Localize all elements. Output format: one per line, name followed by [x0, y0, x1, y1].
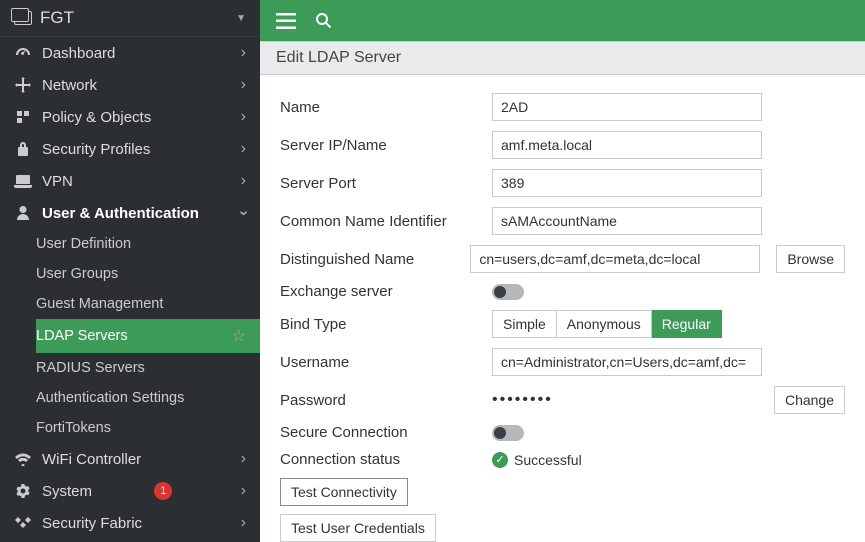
chevron-down-icon: ›	[234, 210, 252, 215]
caret-down-icon: ▼	[236, 13, 246, 24]
sidebar-item-security-profiles[interactable]: Security Profiles ›	[0, 133, 260, 165]
chevron-right-icon: ›	[241, 172, 246, 190]
gauge-icon	[14, 45, 32, 61]
chevron-right-icon: ›	[241, 514, 246, 532]
sidebar-item-fortitokens[interactable]: FortiTokens	[36, 413, 260, 443]
bind-type-simple[interactable]: Simple	[492, 310, 557, 338]
sidebar-item-vpn[interactable]: VPN ›	[0, 165, 260, 197]
sidebar-item-network[interactable]: Network ›	[0, 69, 260, 101]
sidebar-item-label: User Definition	[36, 236, 131, 252]
distinguished-name-input[interactable]	[470, 245, 760, 273]
sidebar-item-label: System	[42, 483, 92, 500]
sidebar-menu: Dashboard › Network › Policy & Objects ›	[0, 37, 260, 542]
success-icon: ✓	[492, 452, 508, 468]
sidebar-item-dashboard[interactable]: Dashboard ›	[0, 37, 260, 69]
laptop-icon	[14, 174, 32, 188]
sidebar-item-guest-management[interactable]: Guest Management	[36, 289, 260, 319]
page-title: Edit LDAP Server	[260, 41, 865, 75]
label-server-ip: Server IP/Name	[280, 137, 492, 154]
sidebar-item-radius-servers[interactable]: RADIUS Servers	[36, 353, 260, 383]
main: Edit LDAP Server Name Server IP/Name Ser…	[260, 0, 865, 542]
star-icon: ☆	[232, 326, 246, 346]
sidebar-item-label: WiFi Controller	[42, 451, 141, 468]
sidebar-item-security-fabric[interactable]: Security Fabric ›	[0, 507, 260, 539]
chevron-right-icon: ›	[241, 450, 246, 468]
sidebar-item-label: Security Fabric	[42, 515, 142, 532]
change-password-button[interactable]: Change	[774, 386, 845, 414]
sidebar-item-ldap-servers[interactable]: LDAP Servers ☆	[36, 319, 260, 353]
brand-name: FGT	[40, 8, 74, 28]
chevron-right-icon: ›	[241, 44, 246, 62]
sidebar-item-label: VPN	[42, 173, 73, 190]
label-password: Password	[280, 392, 492, 409]
name-input[interactable]	[492, 93, 762, 121]
sidebar-item-label: User Groups	[36, 266, 118, 282]
test-user-credentials-button[interactable]: Test User Credentials	[280, 514, 436, 542]
sidebar-item-label: Security Profiles	[42, 141, 150, 158]
sidebar-item-user-definition[interactable]: User Definition	[36, 229, 260, 259]
connection-status: ✓ Successful	[492, 452, 582, 468]
label-cn-identifier: Common Name Identifier	[280, 213, 492, 230]
label-username: Username	[280, 354, 492, 371]
sidebar-item-label: Authentication Settings	[36, 390, 184, 406]
chevron-right-icon: ›	[241, 76, 246, 94]
sidebar-item-wifi-controller[interactable]: WiFi Controller ›	[0, 443, 260, 475]
sidebar-item-user-auth[interactable]: User & Authentication ›	[0, 197, 260, 229]
brand-bar[interactable]: FGT ▼	[0, 0, 260, 37]
sidebar-item-label: Policy & Objects	[42, 109, 151, 126]
label-exchange-server: Exchange server	[280, 283, 492, 300]
notification-badge: 1	[154, 482, 172, 500]
cn-identifier-input[interactable]	[492, 207, 762, 235]
sidebar-item-label: User & Authentication	[42, 205, 199, 222]
search-icon[interactable]	[314, 11, 334, 31]
sidebar-item-policy[interactable]: Policy & Objects ›	[0, 101, 260, 133]
bind-type-anonymous[interactable]: Anonymous	[557, 310, 652, 338]
label-name: Name	[280, 99, 492, 116]
topbar	[260, 0, 865, 41]
gear-icon	[14, 483, 32, 499]
sidebar-item-label: FortiTokens	[36, 420, 111, 436]
brand-icon	[14, 11, 32, 25]
bind-type-segmented: Simple Anonymous Regular	[492, 310, 722, 338]
chevron-right-icon: ›	[241, 108, 246, 126]
user-icon	[14, 205, 32, 221]
browse-button[interactable]: Browse	[776, 245, 845, 273]
label-server-port: Server Port	[280, 175, 492, 192]
sidebar-item-authentication-settings[interactable]: Authentication Settings	[36, 383, 260, 413]
fabric-icon	[14, 515, 32, 531]
connection-status-text: Successful	[514, 452, 582, 468]
label-distinguished-name: Distinguished Name	[280, 251, 470, 268]
wifi-icon	[14, 452, 32, 466]
sidebar-item-system[interactable]: System 1 ›	[0, 475, 260, 507]
sidebar-item-user-groups[interactable]: User Groups	[36, 259, 260, 289]
username-input[interactable]	[492, 348, 762, 376]
chevron-right-icon: ›	[241, 482, 246, 500]
label-secure-connection: Secure Connection	[280, 424, 492, 441]
sidebar: FGT ▼ Dashboard › Network ›	[0, 0, 260, 542]
hamburger-icon[interactable]	[276, 13, 296, 29]
objects-icon	[14, 109, 32, 125]
lock-icon	[14, 141, 32, 157]
server-port-input[interactable]	[492, 169, 762, 197]
sidebar-item-label: LDAP Servers	[36, 328, 128, 344]
secure-connection-toggle[interactable]	[492, 425, 524, 441]
form: Name Server IP/Name Server Port Common N…	[260, 75, 865, 542]
bind-type-regular[interactable]: Regular	[652, 310, 722, 338]
chevron-right-icon: ›	[241, 140, 246, 158]
move-icon	[14, 77, 32, 93]
server-ip-input[interactable]	[492, 131, 762, 159]
password-mask: ••••••••	[492, 391, 766, 409]
sidebar-item-label: Network	[42, 77, 97, 94]
sidebar-item-label: RADIUS Servers	[36, 360, 145, 376]
exchange-server-toggle[interactable]	[492, 284, 524, 300]
label-connection-status: Connection status	[280, 451, 492, 468]
label-bind-type: Bind Type	[280, 316, 492, 333]
sidebar-item-label: Guest Management	[36, 296, 163, 312]
test-connectivity-button[interactable]: Test Connectivity	[280, 478, 408, 506]
sidebar-item-label: Dashboard	[42, 45, 115, 62]
